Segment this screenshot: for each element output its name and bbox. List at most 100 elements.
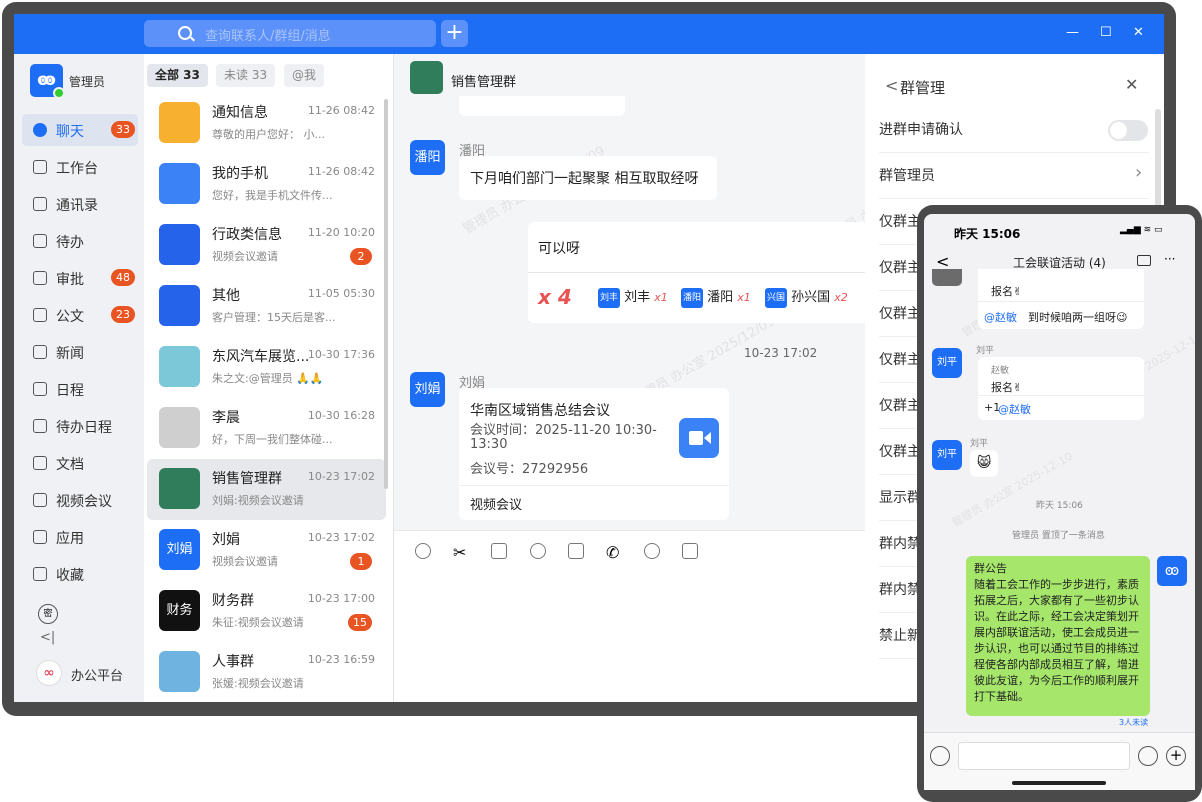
avatar[interactable]: 刘平 — [932, 440, 962, 470]
screen-share-icon[interactable] — [644, 543, 660, 559]
tab-unread[interactable]: 未读 33 — [216, 64, 276, 87]
collapse-icon[interactable]: <| — [40, 630, 55, 645]
avatar[interactable]: 刘娟 — [410, 372, 445, 407]
chevron-right-icon: › — [1135, 162, 1143, 183]
folder-icon[interactable] — [1137, 255, 1151, 266]
voice-icon[interactable] — [930, 746, 950, 766]
sidebar-item-9[interactable]: 文档 — [22, 447, 138, 479]
list-item[interactable]: 人事群 10-23 16:59 张媛:视频会议邀请 — [147, 642, 386, 702]
list-item[interactable]: 刘娟 刘娟 10-23 17:02 视频会议邀请 1 — [147, 520, 386, 581]
sidebar-item-7[interactable]: 日程 — [22, 373, 138, 405]
sidebar-item-0[interactable]: 聊天 33 — [22, 114, 138, 146]
add-button[interactable]: + — [441, 20, 468, 47]
list-item[interactable]: 行政类信息 11-20 10:20 视频会议邀请 2 — [147, 215, 386, 276]
mention: @赵敏 — [998, 403, 1031, 416]
avatar[interactable]: ꙭ — [30, 64, 65, 99]
avatar[interactable]: ꙭ — [1157, 556, 1187, 586]
platform-icon[interactable]: ∞ — [36, 660, 62, 686]
avatar — [159, 285, 200, 326]
nav-icon — [33, 493, 47, 507]
group-avatar[interactable] — [410, 61, 443, 94]
add-icon[interactable]: + — [1166, 746, 1186, 766]
sidebar-item-11[interactable]: 应用 — [22, 521, 138, 553]
chat-name: 销售管理群 — [212, 471, 282, 487]
list-item[interactable]: 李晨 10-30 16:28 好，下周一我们整体碰... — [147, 398, 386, 459]
message-bubble[interactable]: 赵敏 报名✌ +1 @赵敏 — [978, 357, 1144, 420]
emoji-message[interactable]: 😸 — [970, 450, 998, 477]
sidebar-item-1[interactable]: 工作台 — [22, 151, 138, 183]
avatar[interactable]: 潘阳 — [410, 140, 445, 175]
panel-row[interactable]: 群管理员 — [879, 153, 1149, 199]
search-placeholder: 查询联系人/群组/消息 — [205, 29, 331, 44]
platform-label[interactable]: 办公平台 — [71, 665, 123, 684]
join-approval-toggle[interactable] — [1108, 120, 1148, 141]
unread-badge: 33 — [111, 121, 135, 138]
avatar — [159, 651, 200, 692]
group-notice-bubble[interactable]: 群公告 随着工会工作的一步步进行，素质拓展之后，大家都有了一些初步认识。在此之际… — [966, 556, 1150, 716]
sidebar-item-5[interactable]: 公文 23 — [22, 299, 138, 331]
message-bubble[interactable]: 下月咱们部门一起聚聚 相互取取经呀 — [459, 156, 717, 200]
unread-badge: 48 — [111, 269, 135, 286]
reaction-item[interactable]: 潘阳 潘阳 x1 — [681, 286, 751, 308]
sidebar-item-4[interactable]: 审批 48 — [22, 262, 138, 294]
back-icon[interactable]: < — [885, 76, 898, 95]
reaction-count: x2 — [834, 291, 848, 304]
scissors-icon[interactable]: ✂ — [453, 543, 469, 562]
file-icon[interactable] — [491, 543, 507, 559]
phone-icon[interactable]: ✆ — [606, 543, 622, 562]
close-icon[interactable]: ✕ — [1133, 24, 1144, 42]
message-bubble[interactable] — [459, 96, 625, 116]
sidebar-item-8[interactable]: 待办日程 — [22, 410, 138, 442]
sidebar-item-2[interactable]: 通讯录 — [22, 188, 138, 220]
list-item[interactable]: 财务 财务群 10-23 17:00 朱征:视频会议邀请 15 — [147, 581, 386, 642]
nav-icon — [33, 530, 47, 544]
avatar — [159, 346, 200, 387]
history-icon[interactable] — [530, 543, 546, 559]
reaction-item[interactable]: 刘丰 刘丰 x1 — [598, 286, 668, 308]
list-item[interactable]: 销售管理群 10-23 17:02 刘娟:视频会议邀请 — [147, 459, 386, 520]
close-icon[interactable]: ✕ — [1125, 75, 1138, 94]
list-item[interactable]: 其他 11-05 05:30 客户管理：15天后是客... — [147, 276, 386, 337]
phone-screen: 管理员 办公室 2025-12-10 管理员 办公室 2025-12-10 管理… — [924, 214, 1195, 771]
list-item[interactable]: 我的手机 11-26 08:42 您好，我是手机文件传... — [147, 154, 386, 215]
search-input[interactable]: 查询联系人/群组/消息 — [144, 20, 436, 47]
more-icon[interactable]: ··· — [1164, 252, 1175, 266]
tab-mentions[interactable]: @我 — [284, 64, 325, 87]
sidebar-item-3[interactable]: 待办 — [22, 225, 138, 257]
tab-all[interactable]: 全部 33 — [147, 64, 208, 87]
sidebar-item-label: 工作台 — [56, 161, 98, 177]
chat-name: 李晨 — [212, 410, 240, 426]
sidebar-item-label: 视频会议 — [56, 494, 112, 510]
message-bubble[interactable]: 报名✌ @赵敏 到时候咱两一组呀😉 — [978, 269, 1144, 329]
list-scrollbar[interactable] — [384, 99, 388, 489]
secret-icon[interactable]: 密 — [38, 604, 58, 624]
phone-time: 昨天 15:06 — [954, 227, 1021, 241]
list-item[interactable]: 通知信息 11-26 08:42 尊敬的用户您好： 小... — [147, 93, 386, 154]
panel-title: 群管理 — [900, 79, 946, 97]
reaction-item[interactable]: 兴国 孙兴国 x2 — [765, 286, 848, 308]
avatar[interactable]: 刘平 — [932, 348, 962, 378]
avatar — [159, 468, 200, 509]
input-toolbar: ✂ ✆ — [394, 530, 866, 702]
document-icon[interactable] — [568, 543, 584, 559]
message-input[interactable] — [958, 742, 1130, 770]
phone-status-icons: ▂▄▆ ≋ ▭ — [1120, 225, 1163, 235]
meeting-card[interactable]: 华南区域销售总结会议 会议时间：2025-11-20 10:30- 13:30 … — [459, 388, 729, 520]
mention: @赵敏 — [984, 311, 1017, 324]
chat-time: 11-26 08:42 — [307, 104, 375, 117]
chat-name: 东风汽车展览... — [212, 349, 310, 365]
list-item[interactable]: 东风汽车展览... 10-30 17:36 朱之文:@管理员 🙏🙏 — [147, 337, 386, 398]
sidebar-item-6[interactable]: 新闻 — [22, 336, 138, 368]
maximize-icon[interactable]: ☐ — [1100, 24, 1112, 42]
sidebar-item-12[interactable]: 收藏 — [22, 558, 138, 590]
sidebar-item-label: 日程 — [56, 383, 84, 399]
sidebar-item-10[interactable]: 视频会议 — [22, 484, 138, 516]
emoji-icon[interactable] — [415, 543, 431, 559]
nav-icon — [33, 345, 47, 359]
avatar: 兴国 — [765, 287, 787, 308]
reaction-message[interactable]: 可以呀 x 4 刘丰 刘丰 x1 潘阳 潘阳 x1 兴国 孙兴国 x2 — [528, 222, 868, 323]
folder-icon[interactable] — [682, 543, 698, 559]
emoji-icon[interactable] — [1138, 746, 1158, 766]
minimize-icon[interactable]: — — [1066, 24, 1079, 42]
avatar[interactable] — [932, 269, 962, 286]
